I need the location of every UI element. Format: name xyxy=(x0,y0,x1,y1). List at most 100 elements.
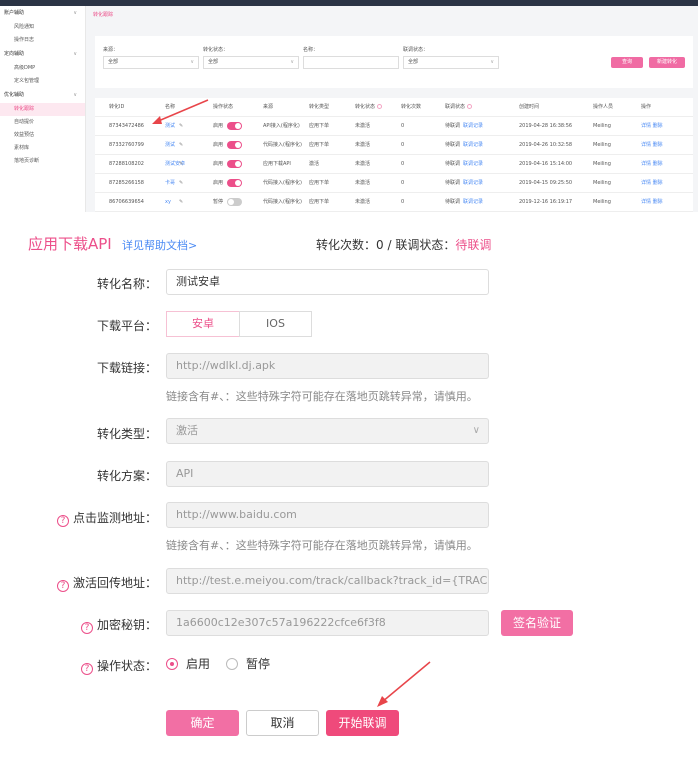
edit-icon[interactable]: ✎ xyxy=(179,193,183,212)
table-row: 87288108202 测试安卓 ✎ 启用 应用下载API 激活 未激活 0 待联调 联调记录 20… xyxy=(95,155,693,174)
table-cell-type: 激活 xyxy=(309,161,320,167)
source-select[interactable]: 全部 ∨ xyxy=(103,56,199,69)
help-icon[interactable]: ? xyxy=(80,663,93,675)
op-state-enable-radio[interactable]: 启用 xyxy=(166,655,210,672)
table-cell-source: 代码接入(程序化) xyxy=(263,199,302,205)
help-icon[interactable] xyxy=(467,104,473,109)
help-icon[interactable]: ? xyxy=(56,580,69,592)
edit-icon[interactable]: ✎ xyxy=(179,174,183,193)
new-conversion-button[interactable]: 新建转化 xyxy=(649,57,685,68)
conversion-scheme-label: 转化方案： xyxy=(96,469,157,483)
secret-key-input[interactable]: 1a6600c12e307c57a196222cfce6f3f8 xyxy=(166,610,489,636)
status-toggle[interactable] xyxy=(227,198,242,206)
op-state-pause-radio[interactable]: 暂停 xyxy=(226,655,270,672)
status-toggle[interactable] xyxy=(227,122,242,130)
chevron-down-icon: ∨ xyxy=(73,92,77,98)
click-monitor-input[interactable]: http://www.baidu.com xyxy=(166,502,489,528)
table-cell-link: 待联调 xyxy=(445,199,461,205)
download-link-input[interactable]: http://wdlkl.dj.apk xyxy=(166,353,489,379)
callback-input[interactable]: http://test.e.meiyou.com/track/callback?… xyxy=(166,568,489,594)
table-cell-status: 未激活 xyxy=(355,180,371,186)
status-select[interactable]: 全部 ∨ xyxy=(203,56,299,69)
sidebar-group-targeting[interactable]: 定向辅助 ∨ xyxy=(0,47,85,62)
table-cell-op: 启用 xyxy=(213,123,224,129)
confirm-button[interactable]: 确定 xyxy=(166,710,239,736)
table-cell-actions[interactable]: 详情 删除 xyxy=(641,174,663,193)
table-cell-id: 87343472486 xyxy=(109,123,144,129)
table-cell-actions[interactable]: 详情 删除 xyxy=(641,117,663,136)
link-status-pending: 待联调 xyxy=(455,238,492,252)
callback-label: ? 激活回传地址： xyxy=(0,574,157,592)
status-toggle[interactable] xyxy=(227,141,242,149)
help-icon[interactable]: ? xyxy=(80,622,93,634)
table-cell-name[interactable]: 测试 xyxy=(165,136,175,155)
platform-ios-button[interactable]: IOS xyxy=(239,311,312,337)
start-debug-button[interactable]: 开始联调 xyxy=(326,710,399,736)
table-cell-count: 0 xyxy=(401,123,405,129)
link-record-link[interactable]: 联调记录 xyxy=(463,155,483,174)
link-status-select[interactable]: 全部 ∨ xyxy=(403,56,499,69)
download-link-label: 下载链接： xyxy=(96,361,157,375)
table-cell-time: 2019-04-28 16:38:56 xyxy=(519,123,573,129)
link-record-link[interactable]: 联调记录 xyxy=(463,193,483,212)
table-cell-time: 2019-12-16 16:19:17 xyxy=(519,199,573,205)
table-cell-id: 87288108202 xyxy=(109,161,144,167)
column-header: 来源 xyxy=(263,104,274,110)
link-record-link[interactable]: 联调记录 xyxy=(463,136,483,155)
table-cell-id: 86706639654 xyxy=(109,199,144,205)
help-icon[interactable]: ? xyxy=(56,515,69,527)
sidebar-item-conversion[interactable]: 转化跟踪 xyxy=(0,103,85,116)
sidebar-item-material[interactable]: 素材库 xyxy=(0,142,85,155)
platform-label: 下载平台： xyxy=(96,319,157,333)
table-cell-link: 待联调 xyxy=(445,142,461,148)
table-cell-count: 0 xyxy=(401,199,405,205)
chevron-down-icon: ∨ xyxy=(73,10,77,16)
filter-panel: 来源： 全部 ∨ 转化状态： 全部 ∨ 名称： 联调状态： 全部 ∨ 查询 新建转化 xyxy=(95,36,693,88)
table-cell-id: 87285266158 xyxy=(109,180,144,186)
sidebar-item-dmp[interactable]: 高级DMP xyxy=(0,62,85,75)
status-toggle[interactable] xyxy=(227,160,242,168)
table-cell-name[interactable]: 卡哥 xyxy=(165,174,175,193)
table-cell-time: 2019-04-15 09:25:50 xyxy=(519,180,573,186)
radio-checked-icon xyxy=(166,658,178,670)
platform-android-button[interactable]: 安卓 xyxy=(166,311,240,337)
table-cell-op: 启用 xyxy=(213,161,224,167)
table-cell-actions[interactable]: 详情 删除 xyxy=(641,136,663,155)
status-toggle[interactable] xyxy=(227,179,242,187)
edit-icon[interactable]: ✎ xyxy=(179,136,183,155)
sidebar-item-log[interactable]: 操作日志 xyxy=(0,34,85,47)
secret-key-label: ? 加密秘钥： xyxy=(0,616,157,634)
sidebar-item-autobid[interactable]: 自动提价 xyxy=(0,116,85,129)
table-cell-actions[interactable]: 详情 删除 xyxy=(641,155,663,174)
conversion-name-input[interactable]: 测试安卓 xyxy=(166,269,489,295)
cancel-button[interactable]: 取消 xyxy=(246,710,319,736)
link-status-label: 联调状态： xyxy=(403,47,429,53)
table-cell-actions[interactable]: 详情 删除 xyxy=(641,193,663,212)
sidebar-item-risk[interactable]: 风险通知 xyxy=(0,21,85,34)
column-header: 操作状态 xyxy=(213,104,234,110)
sign-verify-button[interactable]: 签名验证 xyxy=(501,610,573,636)
table-cell-name[interactable]: xy xyxy=(165,193,171,212)
conversion-scheme-input[interactable]: API xyxy=(166,461,489,487)
edit-icon[interactable]: ✎ xyxy=(179,155,183,174)
sidebar-item-landing[interactable]: 落地页诊断 xyxy=(0,155,85,168)
link-record-link[interactable]: 联调记录 xyxy=(463,174,483,193)
sidebar-group-optimize[interactable]: 优化辅助 ∨ xyxy=(0,88,85,103)
help-doc-link[interactable]: 详见帮助文档> xyxy=(122,237,197,253)
sidebar-group-account[interactable]: 账户辅助 ∨ xyxy=(0,6,85,21)
table-row: 87332760799 测试 ✎ 启用 代码接入(程序化) 应用下单 未激活 0 待联调 联调记录… xyxy=(95,136,693,155)
table-cell-link: 待联调 xyxy=(445,161,461,167)
special-char-hint: 链接含有#、：这些特殊字符可能存在落地页跳转异常，请慎用。 xyxy=(166,539,478,552)
name-input[interactable] xyxy=(303,56,399,69)
sidebar-item-estimate[interactable]: 效益预估 xyxy=(0,129,85,142)
table-cell-status: 未激活 xyxy=(355,199,371,205)
help-icon[interactable] xyxy=(377,104,383,109)
table-cell-type: 应用下单 xyxy=(309,199,330,205)
click-monitor-label: ? 点击监测地址： xyxy=(0,509,157,527)
conversion-name-label: 转化名称： xyxy=(96,277,157,291)
link-record-link[interactable]: 联调记录 xyxy=(463,117,483,136)
table-row: 86706639654 xy ✎ 暂停 代码接入(程序化) 应用下单 未激活 0 待联调 联调记录… xyxy=(95,193,693,212)
conversion-type-select[interactable]: 激活 ∨ xyxy=(166,418,489,444)
query-button[interactable]: 查询 xyxy=(611,57,643,68)
sidebar-item-package[interactable]: 定义包管理 xyxy=(0,75,85,88)
